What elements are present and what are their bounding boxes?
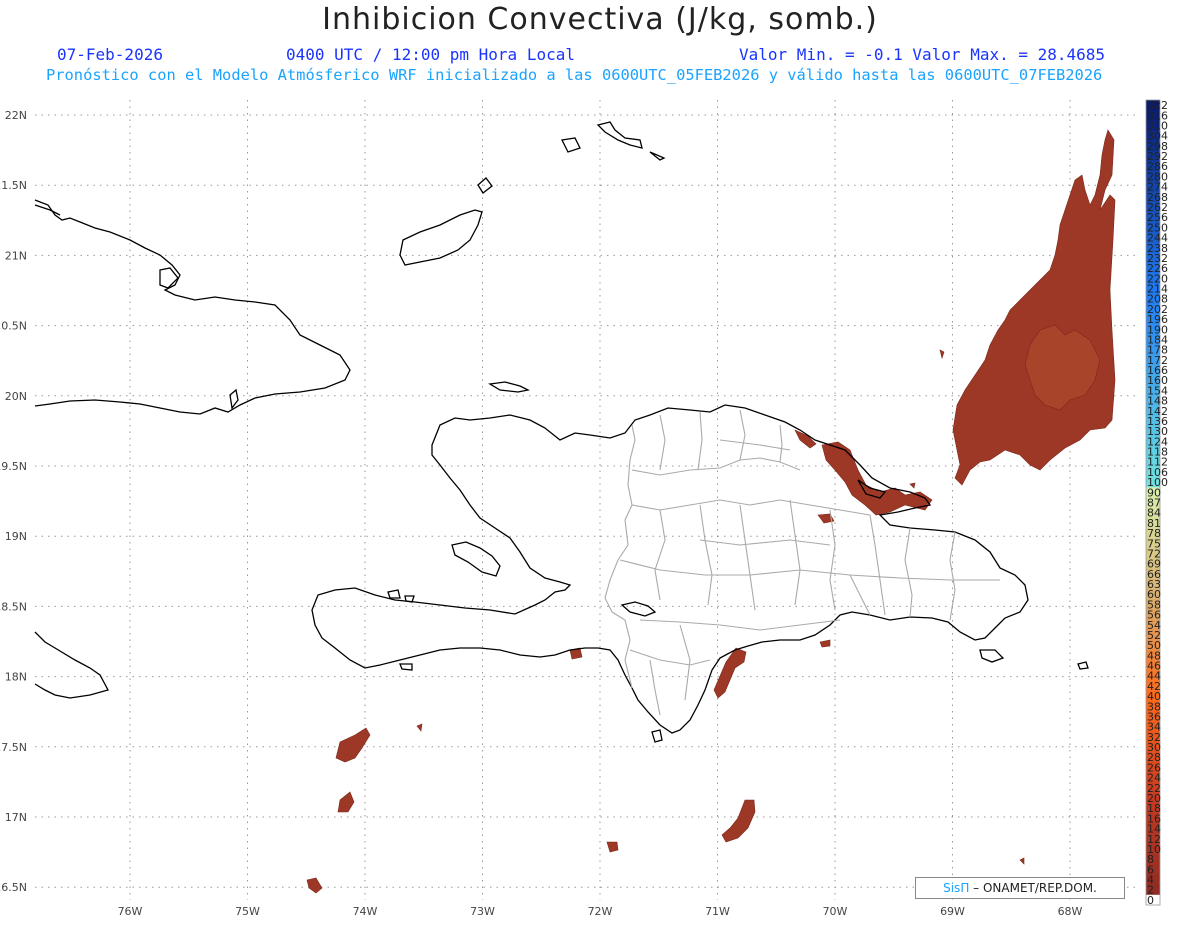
lat-tick-label: 20.5N — [0, 320, 27, 333]
lat-tick-label: 19.5N — [0, 460, 27, 473]
lat-tick-label: 17.5N — [0, 741, 27, 754]
border-north-4 — [739, 409, 746, 461]
border-sw-3 — [679, 624, 691, 701]
coast-beata — [651, 729, 663, 743]
cin-field-shading — [306, 129, 1116, 894]
latitude-labels: 22N 21.5N 21N 20.5N 20N 19.5N 19N 18.5N 18N 17.5N… — [0, 109, 27, 894]
cin-area-speck-4 — [939, 349, 945, 360]
lat-tick-label: 18.5N — [0, 600, 27, 613]
coast-hispaniola — [311, 404, 1029, 734]
lat-tick-label: 21.5N — [0, 179, 27, 192]
cin-area-sea-4 — [606, 841, 619, 853]
border-north-5 — [779, 424, 783, 463]
coast-cuba-bay — [229, 388, 239, 410]
coast-inagua — [399, 209, 483, 266]
coast-saona — [979, 649, 1005, 663]
border-misc-1 — [719, 439, 791, 451]
lon-tick-label: 72W — [588, 905, 613, 918]
border-east-3 — [949, 531, 956, 621]
lat-tick-label: 21N — [5, 249, 27, 262]
coast-caicos-1 — [561, 137, 581, 153]
lat-tick-label: 22N — [5, 109, 27, 122]
sispi-logo-text: SisΠ — [943, 881, 970, 895]
lat-tick-label: 17N — [5, 811, 27, 824]
lon-tick-label: 73W — [470, 905, 495, 918]
lon-tick-label: 69W — [940, 905, 965, 918]
cin-area-barahona — [713, 647, 747, 699]
coast-vache — [399, 663, 413, 671]
border-east-2 — [904, 527, 913, 618]
province-borders — [604, 409, 1000, 716]
colorbar-tick-label: 0 — [1147, 894, 1154, 907]
cin-area-sea-2 — [306, 877, 323, 894]
lon-tick-label: 74W — [353, 905, 378, 918]
border-south-2 — [639, 619, 841, 631]
coast-tortuga — [488, 381, 530, 393]
credit-text: – ONAMET/REP.DOM. — [969, 881, 1097, 895]
graticule — [35, 100, 1135, 900]
border-haiti-dr — [604, 424, 636, 689]
lon-tick-label: 75W — [235, 905, 260, 918]
coast-caicos-2 — [596, 121, 643, 149]
cin-area-sea-3 — [721, 799, 756, 843]
cin-area-speck-2 — [909, 482, 916, 489]
cin-area-samana — [821, 441, 933, 516]
cin-area-sea-5 — [819, 639, 831, 648]
coastlines — [34, 121, 1089, 743]
coast-jamaica — [34, 631, 109, 699]
border-central-4 — [739, 504, 756, 611]
border-se — [849, 574, 871, 616]
lat-tick-label: 20N — [5, 390, 27, 403]
cin-area-northeast-large — [952, 129, 1116, 486]
lon-tick-label: 70W — [823, 905, 848, 918]
border-central-3 — [699, 504, 713, 606]
map-frame — [35, 100, 1135, 900]
credit-box: SisΠ – ONAMET/REP.DOM. — [915, 877, 1125, 899]
lon-tick-label: 76W — [118, 905, 143, 918]
coast-mona — [1077, 661, 1089, 670]
border-misc-2 — [699, 539, 831, 546]
cin-area-speck-1 — [416, 723, 423, 732]
map-canvas: 22N 21.5N 21N 20.5N 20N 19.5N 19N 18.5N 18N 17.5N… — [0, 99, 1168, 918]
border-north-3 — [697, 411, 703, 471]
border-north — [631, 457, 801, 476]
colorbar-labels: 3223163103042982922862802742682622562502… — [1147, 99, 1168, 907]
border-east-1 — [869, 514, 886, 616]
coast-caicos-3 — [649, 151, 666, 161]
cin-area-sea-1 — [337, 791, 355, 813]
coast-enriquillo — [620, 601, 657, 617]
coast-cuba — [34, 199, 351, 415]
border-sw-1 — [629, 649, 711, 666]
lon-tick-label: 68W — [1058, 905, 1083, 918]
lat-tick-label: 19N — [5, 530, 27, 543]
coast-cayemites-1 — [387, 589, 401, 599]
border-central-1 — [631, 499, 871, 516]
coast-cuba-nw — [34, 204, 61, 216]
coast-gonave — [451, 541, 501, 577]
lat-tick-label: 18N — [5, 671, 27, 684]
border-central-6 — [829, 509, 836, 611]
lat-tick-label: 16.5N — [0, 881, 27, 894]
border-central-2 — [654, 509, 666, 601]
lon-tick-label: 71W — [705, 905, 730, 918]
border-south-1 — [619, 559, 1000, 581]
longitude-labels: 76W 75W 74W 73W 72W 71W 70W 69W 68W — [118, 905, 1083, 918]
cin-area-speck-3 — [1019, 857, 1025, 865]
border-sw-2 — [649, 659, 661, 716]
border-north-2 — [659, 414, 666, 471]
coast-cayemites-2 — [404, 595, 415, 603]
border-central-5 — [789, 499, 801, 606]
